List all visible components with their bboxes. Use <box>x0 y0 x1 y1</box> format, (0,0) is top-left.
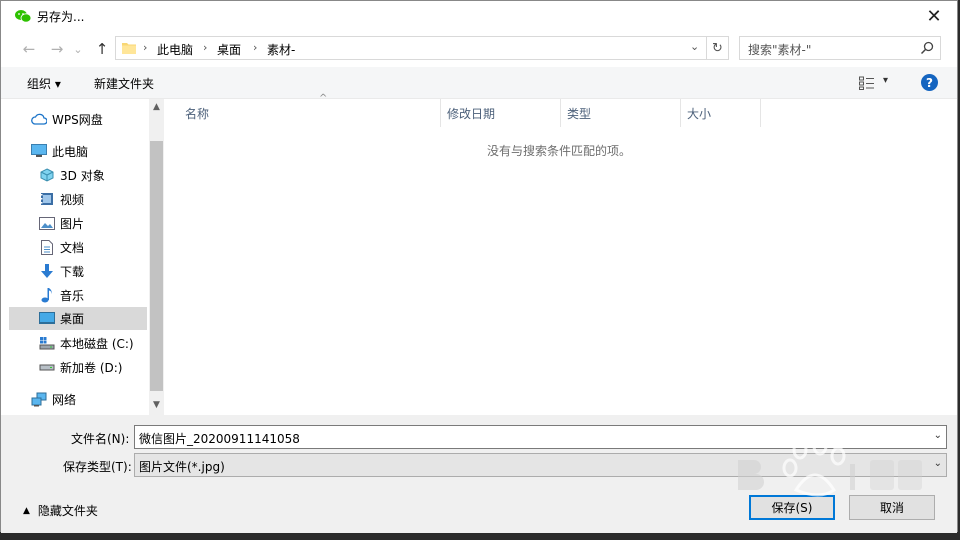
sidebar-item-music[interactable]: 音乐 <box>9 284 147 306</box>
address-dropdown-button[interactable]: ⌄ <box>690 40 699 53</box>
scroll-down-button[interactable]: ▼ <box>149 397 164 413</box>
navigation-bar: ← → ⌄ ↑ › 此电脑 › 桌面 › 素材- ⌄ ↻ 搜索"素材-" <box>1 31 957 67</box>
breadcrumb-this-pc[interactable]: 此电脑 <box>157 41 193 58</box>
recent-locations-button[interactable]: ⌄ <box>71 39 85 59</box>
sort-ascending-icon: ^ <box>319 93 328 104</box>
column-label: 名称 <box>185 107 210 121</box>
breadcrumb-separator: › <box>143 41 148 54</box>
organize-button[interactable]: 组织 ▾ <box>27 75 61 92</box>
network-icon <box>31 391 47 407</box>
sidebar-item-label: 下载 <box>60 264 85 279</box>
sidebar-item-videos[interactable]: 视频 <box>9 188 147 210</box>
sidebar-item-label: 网络 <box>52 392 77 407</box>
file-list: 名称 ^ 修改日期 类型 大小 没有与搜索条件匹配的项。 <box>165 93 953 415</box>
filename-dropdown-button[interactable]: ⌄ <box>934 430 942 441</box>
music-icon <box>39 287 55 303</box>
sidebar-item-label: 视频 <box>60 192 85 207</box>
sidebar-item-label: 本地磁盘 (C:) <box>60 336 134 351</box>
window-title: 另存为... <box>37 10 85 24</box>
local-disk-icon <box>39 335 55 351</box>
download-icon <box>39 263 55 279</box>
breadcrumb-separator: › <box>203 41 208 54</box>
search-icon[interactable] <box>920 41 934 55</box>
sidebar-item-label: 此电脑 <box>52 144 89 159</box>
sidebar-item-label: 桌面 <box>60 312 85 326</box>
sidebar-item-local-disk-c[interactable]: 本地磁盘 (C:) <box>9 332 147 354</box>
column-label: 类型 <box>567 107 592 121</box>
breadcrumb-separator: › <box>253 41 258 54</box>
view-options-icon[interactable] <box>859 76 875 90</box>
filename-value: 微信图片_20200911141058 <box>139 432 300 446</box>
sidebar-scrollbar[interactable]: ▲ ▼ <box>149 99 164 415</box>
sidebar-item-desktop[interactable]: 桌面 <box>9 307 147 330</box>
video-icon <box>39 191 55 207</box>
column-header-type[interactable]: 类型 <box>561 99 681 127</box>
column-header-name[interactable]: 名称 ^ <box>179 93 441 127</box>
column-header-size[interactable]: 大小 <box>681 99 761 127</box>
column-label: 修改日期 <box>447 107 496 121</box>
sidebar-item-wps-cloud[interactable]: WPS网盘 <box>9 108 147 130</box>
view-dropdown-arrow[interactable]: ▾ <box>883 75 888 86</box>
refresh-button[interactable]: ↻ <box>707 36 729 60</box>
filetype-value: 图片文件(*.jpg) <box>139 460 225 474</box>
close-button[interactable]: ✕ <box>911 1 957 31</box>
sidebar-item-label: 图片 <box>60 216 85 231</box>
sidebar-item-3d-objects[interactable]: 3D 对象 <box>9 164 147 186</box>
navigation-pane: WPS网盘 此电脑 3D 对象 视频 图片 文档 下载 音乐 桌面 本地磁盘 (… <box>9 99 164 415</box>
new-folder-button[interactable]: 新建文件夹 <box>94 75 154 92</box>
filetype-label: 保存类型(T): <box>63 460 132 474</box>
title-bar: 另存为... ✕ <box>1 1 957 31</box>
back-button[interactable]: ← <box>19 39 39 59</box>
desktop-icon <box>39 311 55 327</box>
sidebar-item-label: 音乐 <box>60 288 85 303</box>
wechat-icon <box>15 10 31 23</box>
pictures-icon <box>39 215 55 231</box>
scroll-thumb[interactable] <box>150 141 163 391</box>
drive-icon <box>39 359 55 375</box>
help-icon[interactable]: ? <box>921 74 938 91</box>
sidebar-item-drive-d[interactable]: 新加卷 (D:) <box>9 356 147 378</box>
hide-folders-toggle[interactable]: ▲ 隐藏文件夹 <box>23 502 98 519</box>
up-button[interactable]: ↑ <box>92 39 112 59</box>
sidebar-item-label: WPS网盘 <box>52 112 103 127</box>
sidebar-item-label: 3D 对象 <box>60 168 105 183</box>
hide-folders-label: 隐藏文件夹 <box>37 504 98 518</box>
sidebar-item-label: 文档 <box>60 240 85 255</box>
folder-icon <box>122 43 136 54</box>
forward-button[interactable]: → <box>47 39 67 59</box>
documents-icon <box>39 239 55 255</box>
sidebar-item-pictures[interactable]: 图片 <box>9 212 147 234</box>
chevron-down-icon: ⌄ <box>933 458 942 469</box>
save-button[interactable]: 保存(S) <box>749 495 835 520</box>
filename-label: 文件名(N): <box>71 432 130 446</box>
sidebar-item-documents[interactable]: 文档 <box>9 236 147 258</box>
filename-field[interactable]: 微信图片_20200911141058 ⌄ <box>134 425 947 449</box>
save-form: 文件名(N): 微信图片_20200911141058 ⌄ 保存类型(T): 图… <box>1 415 957 533</box>
scroll-up-button[interactable]: ▲ <box>149 99 164 115</box>
sidebar-item-downloads[interactable]: 下载 <box>9 260 147 282</box>
breadcrumb-folder[interactable]: 素材- <box>267 41 295 58</box>
sidebar-item-network[interactable]: 网络 <box>9 388 147 410</box>
sidebar-item-this-pc[interactable]: 此电脑 <box>9 140 147 162</box>
cloud-icon <box>31 111 47 127</box>
3d-objects-icon <box>39 167 55 183</box>
column-header-date-modified[interactable]: 修改日期 <box>441 99 561 127</box>
filetype-select[interactable]: 图片文件(*.jpg) ⌄ <box>134 453 947 477</box>
computer-icon <box>31 143 47 159</box>
search-placeholder: 搜索"素材-" <box>748 43 812 57</box>
save-as-dialog: 另存为... ✕ ← → ⌄ ↑ › 此电脑 › 桌面 › 素材- ⌄ ↻ 搜索… <box>0 0 958 533</box>
column-label: 大小 <box>687 107 712 121</box>
search-input[interactable]: 搜索"素材-" <box>739 36 941 60</box>
chevron-up-icon: ▲ <box>23 505 30 516</box>
address-bar[interactable]: › 此电脑 › 桌面 › 素材- ⌄ <box>115 36 707 60</box>
command-toolbar: 组织 ▾ 新建文件夹 ▾ ? <box>1 67 957 99</box>
sidebar-item-label: 新加卷 (D:) <box>60 360 123 375</box>
breadcrumb-desktop[interactable]: 桌面 <box>217 41 241 58</box>
cancel-button[interactable]: 取消 <box>849 495 935 520</box>
empty-results-message: 没有与搜索条件匹配的项。 <box>486 144 631 158</box>
